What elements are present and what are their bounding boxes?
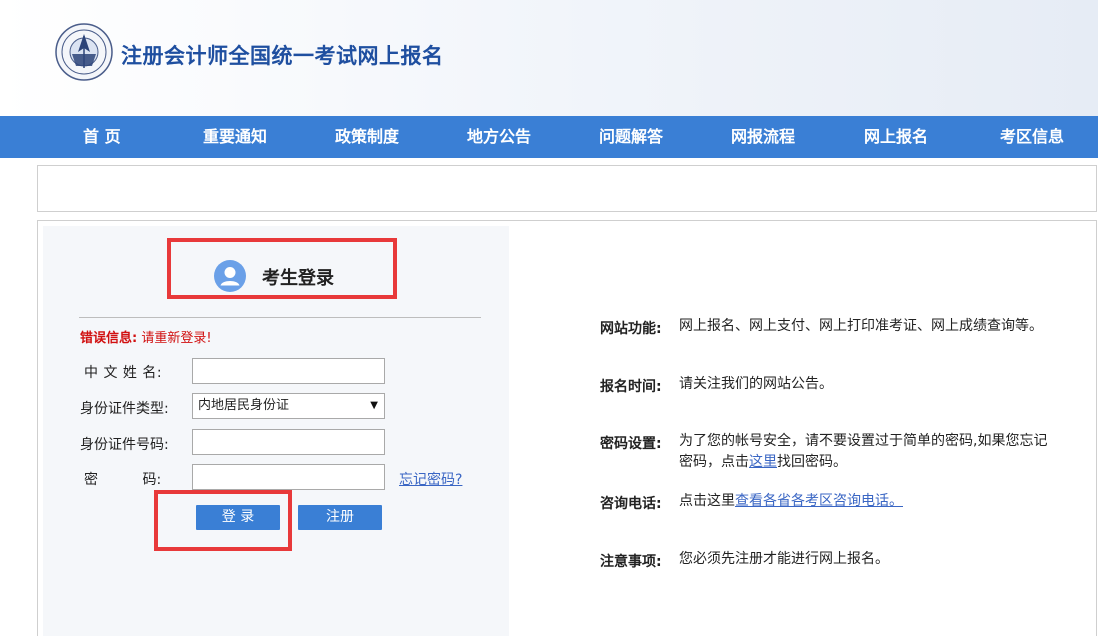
error-text: 请重新登录!	[141, 331, 212, 346]
register-button[interactable]: 注册	[298, 505, 382, 530]
contact-text: 点击这里查看各省各考区咨询电话。	[679, 491, 1051, 512]
dropdown-arrow-icon: ▼	[370, 400, 378, 411]
forgot-password-link[interactable]: 忘记密码?	[399, 469, 462, 489]
id-number-label: 身份证件号码:	[80, 437, 169, 453]
nav-online-registration[interactable]: 网上报名	[864, 116, 928, 158]
divider	[79, 317, 481, 318]
notice-label: 注意事项:	[600, 554, 662, 570]
password-input[interactable]	[192, 464, 385, 490]
nav-registration-process[interactable]: 网报流程	[731, 116, 795, 158]
error-message: 错误信息: 请重新登录!	[80, 327, 212, 346]
notice-bar	[37, 165, 1097, 212]
functions-text: 网上报名、网上支付、网上打印准考证、网上成绩查询等。	[679, 318, 1043, 334]
site-title: 注册会计师全国统一考试网上报名	[121, 44, 444, 68]
login-title: 考生登录	[262, 268, 334, 289]
contact-text-prefix: 点击这里	[679, 493, 735, 509]
nav-home[interactable]: 首 页	[83, 116, 121, 158]
password-label: 密 码:	[84, 472, 162, 488]
password-setting-text-2: 找回密码。	[777, 454, 847, 470]
password-recovery-link[interactable]: 这里	[749, 454, 777, 470]
password-setting-text: 为了您的帐号安全，请不要设置过于简单的密码,如果您忘记密码，点击这里找回密码。	[679, 431, 1051, 473]
nav-policies[interactable]: 政策制度	[335, 116, 399, 158]
contact-label: 咨询电话:	[600, 496, 662, 512]
user-avatar-icon	[214, 260, 246, 292]
name-input[interactable]	[192, 358, 385, 384]
id-number-input[interactable]	[192, 429, 385, 455]
name-label: 中 文 姓 名:	[84, 365, 163, 381]
time-label: 报名时间:	[600, 379, 662, 395]
site-header: 注册会计师全国统一考试网上报名	[0, 0, 1098, 116]
nav-important-notices[interactable]: 重要通知	[203, 116, 267, 158]
password-setting-text-1: 为了您的帐号安全，请不要设置过于简单的密码,如果您忘记密码，点击	[679, 433, 1048, 470]
cicpa-logo-icon	[55, 23, 113, 81]
notice-text: 您必须先注册才能进行网上报名。	[679, 551, 889, 567]
login-button[interactable]: 登 录	[196, 505, 280, 530]
error-label: 错误信息:	[80, 331, 138, 346]
password-setting-label: 密码设置:	[600, 436, 662, 452]
contact-phone-link[interactable]: 查看各省各考区咨询电话。	[735, 493, 903, 509]
id-type-label: 身份证件类型:	[80, 401, 169, 417]
id-type-select[interactable]: 内地居民身份证 ▼	[192, 393, 385, 419]
functions-label: 网站功能:	[600, 321, 662, 337]
time-text: 请关注我们的网站公告。	[679, 376, 833, 392]
nav-exam-area-info[interactable]: 考区信息	[1000, 116, 1064, 158]
id-type-selected-value: 内地居民身份证	[198, 398, 290, 413]
nav-local-announcements[interactable]: 地方公告	[467, 116, 531, 158]
nav-faq[interactable]: 问题解答	[599, 116, 663, 158]
main-navigation: 首 页 重要通知 政策制度 地方公告 问题解答 网报流程 网上报名 考区信息	[0, 116, 1098, 158]
